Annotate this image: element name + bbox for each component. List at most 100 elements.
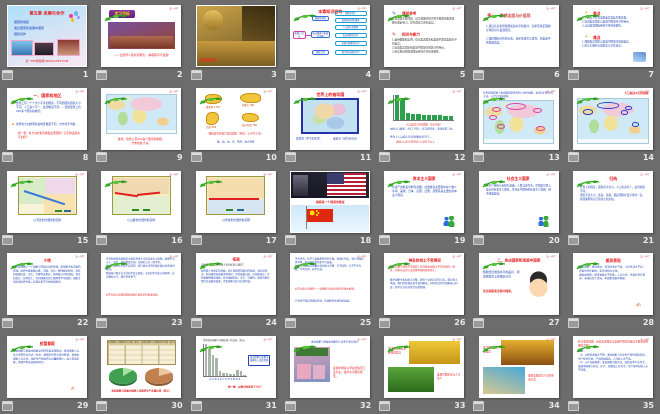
slide-thumbnail-29[interactable]: 第一PPT贫富差距发达国家与发展中国家之间的贫富差距很大。发达国家人口仅占世界的…: [7, 336, 87, 398]
watermark-text: 第一PPT: [546, 173, 555, 176]
country-shape: [240, 93, 260, 103]
slideshow-icon[interactable]: [96, 152, 107, 162]
slide-thumbnail-25[interactable]: 第一PPT当今世界，和平与发展是时代的主题。但地区冲突、领土争端仍然不断，影响着…: [290, 253, 370, 315]
slideshow-icon[interactable]: [379, 318, 390, 328]
slide-thumbnail-21[interactable]: 第一PPT归纳世界上的国家，面积有大有小，人口有多有少，政治制度不同。 国家不论…: [573, 171, 653, 233]
slide-thumbnail-33[interactable]: 第一PPT发达国家农业机械化程度高发展中国家多为人工生产: [384, 336, 464, 398]
slideshow-icon[interactable]: [379, 152, 390, 162]
slide-thumbnail-9[interactable]: 第一PPT目前，世界上有220多个国家和地区， 分布在各大洲。: [101, 88, 181, 150]
bar: [215, 358, 217, 376]
slideshow-icon[interactable]: [473, 152, 484, 162]
slideshow-icon[interactable]: [473, 318, 484, 328]
slide-thumbnail-3[interactable]: 联合国大会: [196, 5, 276, 67]
slide-thumbnail-27[interactable]: 第一PPT二、发达国家和发展中国家根据经济发展水平的差异，通常把世界上的国家分为…: [479, 253, 559, 315]
text-line: （1）从经济发展水平看：发达国家工农业生产现代化程度高，生产技术先进、产品附加值…: [578, 353, 648, 398]
slideshow-icon[interactable]: [568, 318, 579, 328]
watermark-text: 第一PPT: [641, 7, 650, 10]
slideshow-icon[interactable]: [96, 70, 107, 80]
slide-thumbnail-34[interactable]: 第一PPT发达国家服务业发达旅游度假成为人们的生活方式: [479, 336, 559, 398]
watermark-text: 第一PPT: [169, 7, 178, 10]
slide-thumbnail-18[interactable]: 国旗是一个国家的象征: [290, 171, 370, 233]
slideshow-icon[interactable]: [285, 235, 296, 245]
slide-thumbnail-32[interactable]: 第一PPT发达国家与发展中国家的工业生产差异很大发展中国家以劳动密集型工业为主，…: [290, 336, 370, 398]
slideshow-icon[interactable]: [191, 318, 202, 328]
vine-decoration-icon: [199, 255, 223, 264]
vine-decoration-icon: [104, 255, 128, 264]
pie-developed: [109, 368, 137, 384]
slide-thumbnail-28[interactable]: 第一PPT差异表现发达国家：经济发达，科学技术水平高，人民生活水平高，主要分布在…: [573, 253, 653, 315]
slideshow-icon[interactable]: [568, 235, 579, 245]
text-line: 和平共处五项原则是处理国与国关系的基本准则。: [106, 293, 176, 307]
bar: [236, 370, 238, 376]
vine-decoration-icon: [387, 90, 411, 99]
slideshow-icon[interactable]: [473, 401, 484, 411]
slide-thumbnail-17[interactable]: 第一PPT以纬线划分国界的实例: [196, 171, 276, 233]
slide-thumbnail-4[interactable]: 第一PPT本章知识结构发展与合作国家和地区发达国家与发展中国家国际合作国界和领土…: [290, 5, 370, 67]
slideshow-icon[interactable]: [285, 152, 296, 162]
slide-cell: 发达国家 人均国民生产总值（美元） 发展中国家 人均国民生产总值（美元）发达国家…: [94, 331, 188, 414]
slideshow-icon[interactable]: [285, 318, 296, 328]
slide-number: 19: [454, 236, 465, 245]
slide-thumbnail-22[interactable]: 第一PPT小结国界是地图上一个国家与邻国之间的界线，是国家主权范围的界线。国界主…: [7, 253, 87, 315]
slideshow-icon[interactable]: [379, 235, 390, 245]
slide-thumbnail-6[interactable]: 第一PPT❀情感态度与价值观1.通过认识世界各国发展水平的差异，初步形成正确的全…: [479, 5, 559, 67]
slideshow-icon[interactable]: [379, 401, 390, 411]
slide-thumbnail-7[interactable]: 第一PPT➤重点1.了解当今世界发展差异及其主要表现。 2.知道发达国家与发展中…: [573, 5, 653, 67]
slideshow-icon[interactable]: [2, 152, 13, 162]
watermark-text: 第一PPT: [452, 173, 461, 176]
people-icon: [537, 216, 549, 227]
slide-thumbnail-19[interactable]: 第一PPT资本主义国家以生产资料私有制为基础，社会财富主要集中在少数人手中。美国…: [384, 171, 464, 233]
slide-thumbnail-11[interactable]: 第一PPT世界上的袖珍国梵蒂冈（罗马市区内）摩纳哥（地中海沿岸）: [290, 88, 370, 150]
slide-thumbnail-16[interactable]: 第一PPT以山脉划分国界的实例: [101, 171, 181, 233]
bar: [243, 375, 245, 376]
slideshow-icon[interactable]: [568, 401, 579, 411]
slide-thumbnail-31[interactable]: 第一PPT世界部分国家人均国民收入的比较（美元）发达国家与发展中国家收入差距悬殊…: [196, 336, 276, 398]
slideshow-icon[interactable]: [2, 235, 13, 245]
slideshow-icon[interactable]: [191, 70, 202, 80]
slideshow-icon[interactable]: [568, 152, 579, 162]
text-line: 摩纳哥（地中海沿岸）: [333, 137, 367, 150]
thumbnail-footer: 30: [94, 399, 188, 412]
slide-thumbnail-1[interactable]: 第五章 发展与合作国家和地区发达国家和发展中国家国际合作第一PPT模板网 WWW…: [7, 5, 87, 67]
slideshow-icon[interactable]: [285, 401, 296, 411]
slide-thumbnail-15[interactable]: 第一PPT以河流划分国界的实例: [7, 171, 87, 233]
slide-thumbnail-8[interactable]: 第一PPT一、国家和地区◆世界上有一个个大小不等的国家，不同的国家面积大小不同、…: [7, 88, 87, 150]
slide-thumbnail-10[interactable]: 第一PPT俄罗斯 1707加拿大 997巴西 854澳大利亚 769面积居世界前…: [196, 88, 276, 150]
thumbnail-footer: 35: [566, 399, 660, 412]
slide-thumbnail-26[interactable]: 第一PPT神圣的领土不容侵犯中国的领土神圣不可侵犯！台湾是中国领土不可分割的一部…: [384, 253, 464, 315]
slide-thumbnail-12[interactable]: 第一PPT人口超过1亿的国家（2000年）中国人口最多，约12.95亿；其次是印…: [384, 88, 464, 150]
slideshow-icon[interactable]: [2, 70, 13, 80]
slideshow-icon[interactable]: [96, 318, 107, 328]
text-line: 国界是地图上一个国家与邻国之间的界线，是国家主权范围的界线。国界主要依据山脉、河…: [13, 265, 82, 316]
vine-decoration-icon: [576, 7, 600, 16]
slide-thumbnail-24[interactable]: 第一PPT拓展读图思考：国界与领土有何区别与联系？国界是人为划定的界线，领土是国…: [196, 253, 276, 315]
slideshow-icon[interactable]: [568, 70, 579, 80]
highlight-ring: [597, 102, 619, 109]
bar: [226, 373, 228, 376]
slideshow-icon[interactable]: [191, 401, 202, 411]
slideshow-icon[interactable]: [285, 70, 296, 80]
slide-cell: 第一PPT资本主义国家以生产资料私有制为基础，社会财富主要集中在少数人手中。美国…: [377, 166, 471, 249]
slideshow-icon[interactable]: [191, 235, 202, 245]
vine-decoration-icon: [104, 173, 128, 182]
slide-thumbnail-13[interactable]: 第一PPT在世界政区图上找出面积居世界前六位的国家，说出它们所在的大洲，认识它们…: [479, 88, 559, 150]
slideshow-icon[interactable]: [473, 235, 484, 245]
vine-decoration-icon: [199, 338, 223, 347]
slideshow-icon[interactable]: [379, 70, 390, 80]
slide-thumbnail-23[interactable]: 第一PPT世界各国的政治制度主要有资本主义和社会主义两种。国家不论大小、贫富、政…: [101, 253, 181, 315]
vine-decoration-icon: [10, 338, 34, 347]
slide-thumbnail-5[interactable]: 第一PPT✎课前参考了解本课主要内容，结合地图查找世界主要国家和地区，做好课前预…: [384, 5, 464, 67]
slide-thumbnail-20[interactable]: 第一PPT社会主义国家以生产资料公有制为基础，人民当家作主。中国是世界上最大的社…: [479, 171, 559, 233]
slideshow-icon[interactable]: [2, 318, 13, 328]
slide-cell: 第一PPT差异表现发达国家：经济发达，科学技术水平高，人民生活水平高，主要分布在…: [566, 248, 660, 331]
slide-thumbnail-30[interactable]: 发达国家 人均国民生产总值（美元） 发展中国家 人均国民生产总值（美元）发达国家…: [101, 336, 181, 398]
slideshow-icon[interactable]: [2, 401, 13, 411]
slideshow-icon[interactable]: [191, 152, 202, 162]
watermark-text: 第一PPT: [546, 90, 555, 93]
slide-thumbnail-2[interactable]: 第一PPT学习目标——全世界人民共同努力，争取和平与发展: [101, 5, 181, 67]
slideshow-icon[interactable]: [473, 70, 484, 80]
slideshow-icon[interactable]: [96, 235, 107, 245]
slide-thumbnail-14[interactable]: 第一PPT人口超过1亿的国家: [573, 88, 653, 150]
slide-thumbnail-35[interactable]: 第一PPT结合课本插图，说说发达国家与发展中国家的差异主要表现在哪些方面？提示：…: [573, 336, 653, 398]
slideshow-icon[interactable]: [96, 401, 107, 411]
